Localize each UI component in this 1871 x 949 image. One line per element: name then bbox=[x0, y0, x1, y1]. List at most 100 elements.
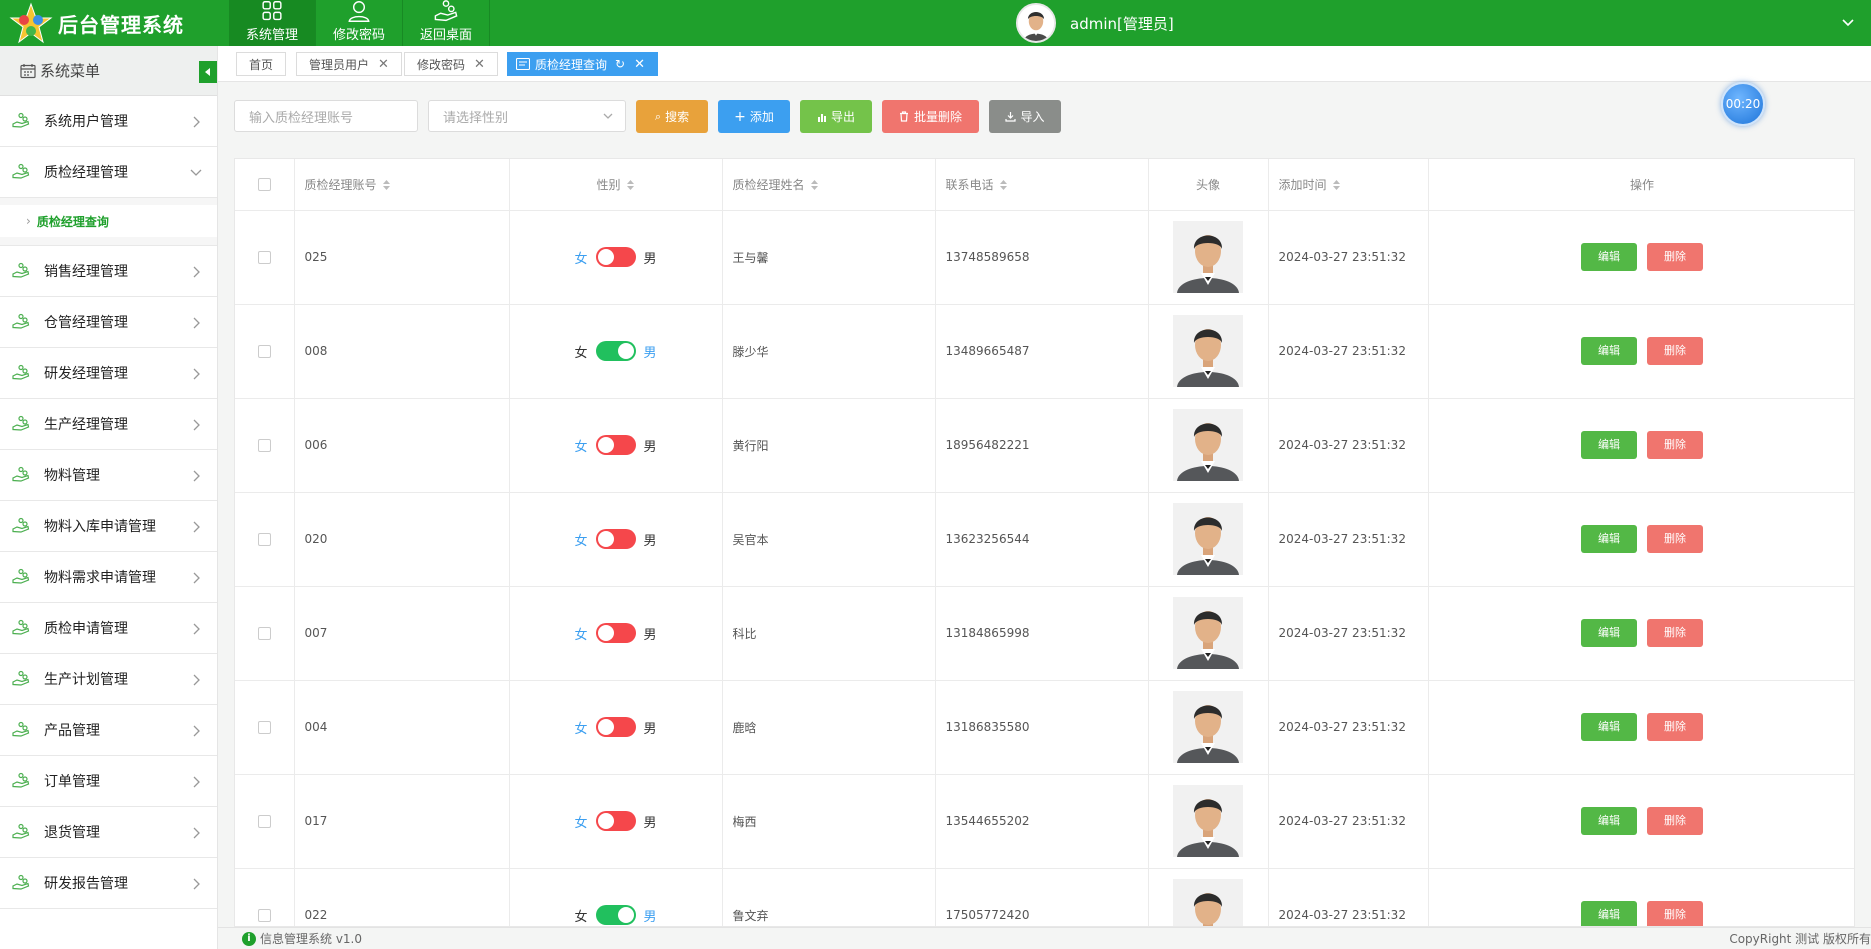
gender-select[interactable]: 请选择性别 bbox=[428, 100, 626, 132]
row-checkbox[interactable] bbox=[257, 251, 271, 264]
edit-button[interactable]: 编辑 bbox=[1581, 525, 1637, 553]
column-header-account[interactable]: 质检经理账号 bbox=[294, 159, 510, 211]
cell-avatar bbox=[1148, 586, 1269, 681]
sidebar-menu-item[interactable]: 生产计划管理 bbox=[0, 654, 217, 705]
column-header-added-time[interactable]: 添加时间 bbox=[1268, 159, 1429, 211]
refresh-icon[interactable]: ↻ bbox=[615, 57, 625, 71]
column-header-name[interactable]: 质检经理姓名 bbox=[722, 159, 936, 211]
column-header-gender[interactable]: 性别 bbox=[509, 159, 723, 211]
edit-button[interactable]: 编辑 bbox=[1581, 619, 1637, 647]
tab-change-password[interactable]: 修改密码 ✕ bbox=[404, 52, 498, 76]
gender-toggle[interactable] bbox=[595, 811, 636, 831]
table-row: 025 女男王与馨 13748589658 2024-03-27 23:51:32 编辑… bbox=[235, 210, 1854, 305]
gender-toggle[interactable] bbox=[595, 529, 636, 549]
close-icon[interactable]: ✕ bbox=[634, 57, 645, 72]
row-checkbox[interactable] bbox=[257, 721, 271, 734]
sidebar-menu-item[interactable]: 质检经理管理 bbox=[0, 147, 217, 198]
sidebar-menu-item[interactable]: 生产经理管理 bbox=[0, 399, 217, 450]
menu-item-label: 物料入库申请管理 bbox=[44, 519, 156, 535]
sidebar-menu-item[interactable]: 仓管经理管理 bbox=[0, 297, 217, 348]
edit-button[interactable]: 编辑 bbox=[1581, 431, 1637, 459]
gender-toggle[interactable] bbox=[595, 905, 636, 925]
row-checkbox[interactable] bbox=[257, 815, 271, 828]
sidebar-menu-item[interactable]: 订单管理 bbox=[0, 756, 217, 807]
delete-button[interactable]: 删除 bbox=[1647, 619, 1703, 647]
delete-button[interactable]: 删除 bbox=[1647, 337, 1703, 365]
sort-icon[interactable] bbox=[810, 179, 819, 191]
sort-icon[interactable] bbox=[1332, 179, 1341, 191]
batch-delete-button[interactable]: 批量删除 bbox=[882, 100, 979, 133]
edit-button[interactable]: 编辑 bbox=[1581, 243, 1637, 271]
row-checkbox[interactable] bbox=[257, 439, 271, 452]
topnav-system-management[interactable]: 系统管理 bbox=[229, 0, 316, 46]
cell-avatar bbox=[1148, 680, 1269, 775]
delete-button[interactable]: 删除 bbox=[1647, 431, 1703, 459]
column-header-phone[interactable]: 联系电话 bbox=[935, 159, 1149, 211]
topnav-change-password[interactable]: 修改密码 bbox=[316, 0, 403, 46]
chevron-right-icon bbox=[193, 521, 200, 533]
sidebar-menu-item[interactable]: 研发经理管理 bbox=[0, 348, 217, 399]
sidebar-menu-item[interactable]: 系统用户管理 bbox=[0, 96, 217, 147]
export-button[interactable]: 导出 bbox=[800, 100, 872, 133]
close-icon[interactable]: ✕ bbox=[474, 57, 485, 72]
edit-button[interactable]: 编辑 bbox=[1581, 337, 1637, 365]
edit-button[interactable]: 编辑 bbox=[1581, 901, 1637, 926]
gender-female-label: 女 bbox=[574, 909, 588, 925]
trash-icon bbox=[899, 111, 908, 122]
cell-operations: 编辑 删除 bbox=[1428, 398, 1854, 493]
sort-icon[interactable] bbox=[382, 179, 391, 191]
topnav-back-desktop[interactable]: 返回桌面 bbox=[403, 0, 490, 46]
search-button[interactable]: ⌕ 搜索 bbox=[636, 100, 708, 133]
star-logo-icon bbox=[9, 2, 53, 44]
sidebar-menu-item[interactable]: 物料入库申请管理 bbox=[0, 501, 217, 552]
cell-account: 017 bbox=[294, 774, 510, 869]
cell-account: 020 bbox=[294, 492, 510, 587]
sidebar-menu-item[interactable]: 质检申请管理 bbox=[0, 603, 217, 654]
delete-button[interactable]: 删除 bbox=[1647, 525, 1703, 553]
gender-toggle[interactable] bbox=[595, 247, 636, 267]
sidebar-collapse-button[interactable] bbox=[199, 61, 217, 83]
gender-female-label: 女 bbox=[574, 533, 588, 549]
delete-button[interactable]: 删除 bbox=[1647, 901, 1703, 926]
sort-icon[interactable] bbox=[626, 179, 635, 191]
row-checkbox[interactable] bbox=[257, 533, 271, 546]
chevron-down-icon[interactable] bbox=[1839, 13, 1857, 31]
gender-toggle[interactable] bbox=[595, 435, 636, 455]
submenu-item-qc-manager-query[interactable]: › 质检经理查询 bbox=[0, 205, 217, 237]
sort-icon[interactable] bbox=[999, 179, 1008, 191]
tab-qc-manager-query[interactable]: 质检经理查询 ↻ ✕ bbox=[507, 52, 658, 76]
gender-toggle[interactable] bbox=[595, 341, 636, 361]
account-search-input[interactable]: 输入质检经理账号 bbox=[234, 100, 418, 132]
sidebar-menu-item[interactable]: 物料需求申请管理 bbox=[0, 552, 217, 603]
sidebar-menu-item[interactable]: 退货管理 bbox=[0, 807, 217, 858]
tab-admin-users[interactable]: 管理员用户 ✕ bbox=[296, 52, 402, 76]
delete-button[interactable]: 删除 bbox=[1647, 807, 1703, 835]
tab-home[interactable]: 首页 bbox=[236, 52, 287, 76]
sidebar-menu-item[interactable]: 产品管理 bbox=[0, 705, 217, 756]
gender-toggle[interactable] bbox=[595, 717, 636, 737]
edit-button[interactable]: 编辑 bbox=[1581, 713, 1637, 741]
menu-item-label: 研发经理管理 bbox=[44, 366, 128, 382]
delete-button[interactable]: 删除 bbox=[1647, 243, 1703, 271]
hand-coin-icon bbox=[12, 721, 30, 737]
chevron-down-icon bbox=[603, 113, 613, 119]
hand-coin-icon bbox=[434, 0, 458, 22]
gender-toggle[interactable] bbox=[595, 623, 636, 643]
sidebar-menu-item[interactable]: 销售经理管理 bbox=[0, 246, 217, 297]
sidebar-menu-item[interactable]: 物料管理 bbox=[0, 450, 217, 501]
row-checkbox[interactable] bbox=[257, 345, 271, 358]
row-checkbox[interactable] bbox=[257, 627, 271, 640]
gender-select-placeholder: 请选择性别 bbox=[443, 110, 509, 126]
menu-item-label: 物料管理 bbox=[44, 468, 100, 484]
select-all-checkbox[interactable] bbox=[257, 178, 271, 192]
sidebar-menu-item[interactable]: 研发报告管理 bbox=[0, 858, 217, 909]
user-info[interactable]: admin[管理员] bbox=[1016, 3, 1174, 43]
row-checkbox[interactable] bbox=[257, 909, 271, 922]
close-icon[interactable]: ✕ bbox=[378, 57, 389, 72]
edit-button[interactable]: 编辑 bbox=[1581, 807, 1637, 835]
import-button[interactable]: 导入 bbox=[989, 100, 1061, 133]
gender-male-label: 男 bbox=[643, 909, 657, 925]
add-button[interactable]: + 添加 bbox=[718, 100, 790, 133]
delete-button[interactable]: 删除 bbox=[1647, 713, 1703, 741]
toggle-knob bbox=[597, 437, 614, 453]
